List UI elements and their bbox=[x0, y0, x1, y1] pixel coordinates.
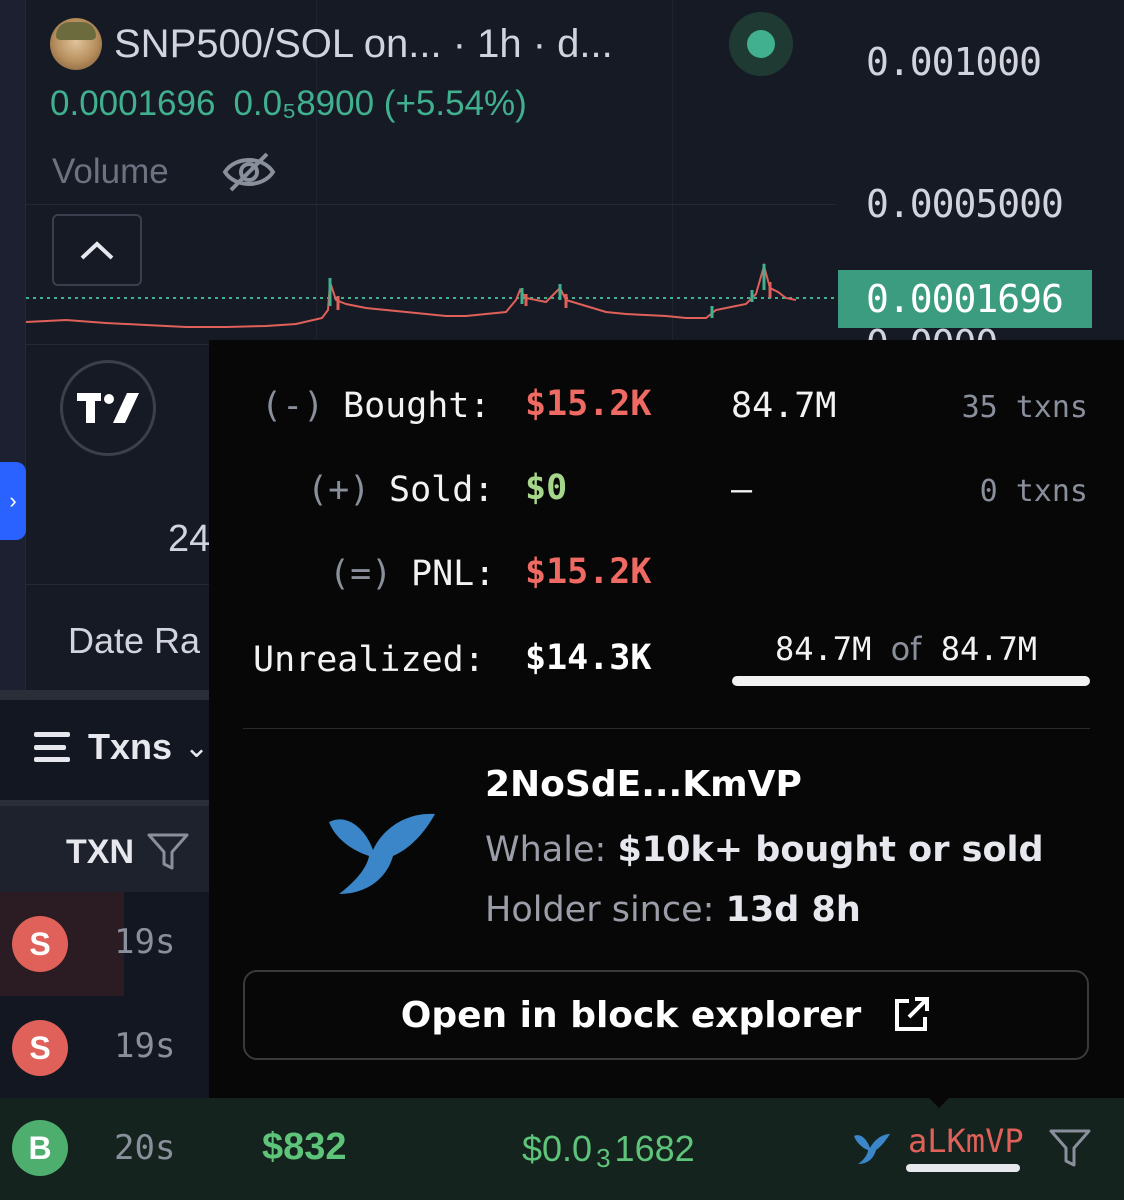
unrealized-value: $14.3K bbox=[525, 638, 652, 678]
txn-age: 20s bbox=[114, 1128, 176, 1168]
symbol-header[interactable]: SNP500/SOL on... · 1h · d... bbox=[50, 18, 613, 70]
divider bbox=[243, 728, 1090, 729]
price-change: 0.0₅8900 (+5.54%) bbox=[233, 84, 527, 123]
bought-tokens: 84.7M bbox=[731, 386, 837, 426]
filter-icon[interactable] bbox=[146, 832, 190, 872]
grid-line bbox=[26, 204, 836, 205]
txn-price-rest: 1682 bbox=[614, 1128, 695, 1169]
pnl-label: PNL: bbox=[411, 554, 496, 594]
left-toolbar-strip bbox=[0, 0, 26, 690]
txn-price-prefix: $0.0 bbox=[522, 1128, 593, 1169]
holder-since-value: 13d 8h bbox=[725, 890, 861, 930]
column-header-txn-label: TXN bbox=[66, 832, 134, 871]
txn-age: 19s bbox=[114, 1026, 176, 1066]
unrealized-label: Unrealized: bbox=[253, 640, 485, 680]
holding-amount: 84.7M bbox=[775, 630, 872, 668]
bought-value: $15.2K bbox=[525, 384, 652, 424]
sold-txns: 0 txns bbox=[979, 474, 1088, 509]
sell-badge: S bbox=[12, 916, 68, 972]
txns-tab-label: Txns bbox=[88, 726, 173, 767]
sold-value: $0 bbox=[525, 468, 568, 508]
holder-since-label: Holder since: bbox=[485, 890, 715, 930]
volume-legend: Volume bbox=[52, 150, 277, 194]
bought-label: Bought: bbox=[343, 386, 491, 426]
bought-prefix: (-) bbox=[261, 386, 325, 426]
txn-price-zeros: 3 bbox=[596, 1143, 611, 1173]
holder-since-line: Holder since: 13d 8h bbox=[485, 890, 861, 930]
eye-off-icon[interactable] bbox=[221, 150, 277, 194]
chevron-down-icon: ⌄ bbox=[184, 730, 210, 764]
open-block-explorer-button[interactable]: Open in block explorer bbox=[243, 970, 1089, 1060]
txn-price: $0.0 3 1682 bbox=[522, 1128, 695, 1174]
tradingview-logo-mark bbox=[77, 393, 139, 423]
whale-label: Whale: bbox=[485, 830, 607, 870]
timeframe-partial-label: 24 bbox=[168, 518, 211, 560]
maker-underline bbox=[906, 1164, 1020, 1172]
whale-description: $10k+ bought or sold bbox=[617, 830, 1044, 870]
symbol-title[interactable]: SNP500/SOL on... · 1h · d... bbox=[114, 22, 613, 67]
price-legend: 0.0001696 0.0₅8900 (+5.54%) bbox=[50, 84, 527, 124]
whale-tag-line: Whale: $10k+ bought or sold bbox=[485, 830, 1044, 870]
holding-total: 84.7M bbox=[940, 630, 1038, 668]
table-row[interactable]: B 20s $832 $0.0 3 1682 aLKmVP bbox=[0, 1098, 1124, 1200]
holding-ratio: 84.7M of 84.7M bbox=[775, 630, 1037, 668]
axis-label-top: 0.001000 bbox=[866, 40, 1042, 84]
external-link-icon bbox=[895, 997, 930, 1031]
market-status-indicator[interactable] bbox=[729, 12, 793, 76]
wallet-summary-popup: (-) Bought: $15.2K 84.7M 35 txns (+) Sol… bbox=[209, 340, 1124, 1108]
whale-icon bbox=[329, 813, 435, 894]
up-candles bbox=[328, 264, 766, 318]
txn-usd-value: $832 bbox=[262, 1126, 347, 1168]
popup-caret bbox=[927, 1096, 951, 1108]
token-avatar bbox=[50, 18, 102, 70]
sell-badge: S bbox=[12, 1020, 68, 1076]
last-price: 0.0001696 bbox=[50, 84, 216, 123]
pnl-prefix: (=) bbox=[329, 554, 393, 594]
sold-label: Sold: bbox=[389, 470, 495, 510]
candlestick-series bbox=[26, 262, 838, 328]
list-icon bbox=[34, 732, 70, 762]
sold-tokens: – bbox=[731, 470, 753, 510]
column-header-txn[interactable]: TXN bbox=[66, 832, 190, 872]
status-dot-icon bbox=[747, 30, 775, 58]
bought-txns: 35 txns bbox=[961, 390, 1088, 425]
holding-progress-bar bbox=[732, 676, 1090, 686]
axis-label-mid: 0.0005000 bbox=[866, 182, 1064, 226]
txn-age: 19s bbox=[114, 922, 176, 962]
pnl-value: $15.2K bbox=[525, 552, 652, 592]
wallet-address[interactable]: 2NoSdE...KmVP bbox=[485, 764, 802, 805]
holding-of: of bbox=[890, 630, 922, 668]
chevron-right-icon[interactable]: › bbox=[0, 462, 26, 540]
current-price-tag: 0.0001696 bbox=[838, 270, 1092, 328]
open-block-explorer-label: Open in block explorer bbox=[400, 994, 862, 1036]
sold-prefix: (+) bbox=[307, 470, 371, 510]
filter-icon[interactable] bbox=[1048, 1126, 1092, 1170]
date-range-partial-label[interactable]: Date Ra bbox=[68, 620, 200, 662]
down-candles bbox=[336, 282, 772, 310]
volume-label: Volume bbox=[52, 152, 169, 191]
price-path bbox=[26, 262, 797, 328]
whale-icon bbox=[854, 1134, 890, 1164]
buy-badge: B bbox=[12, 1120, 68, 1176]
txns-tab[interactable]: Txns ⌄ bbox=[34, 726, 209, 768]
maker-address-link[interactable]: aLKmVP bbox=[908, 1122, 1024, 1160]
tradingview-logo-icon[interactable] bbox=[60, 360, 156, 456]
